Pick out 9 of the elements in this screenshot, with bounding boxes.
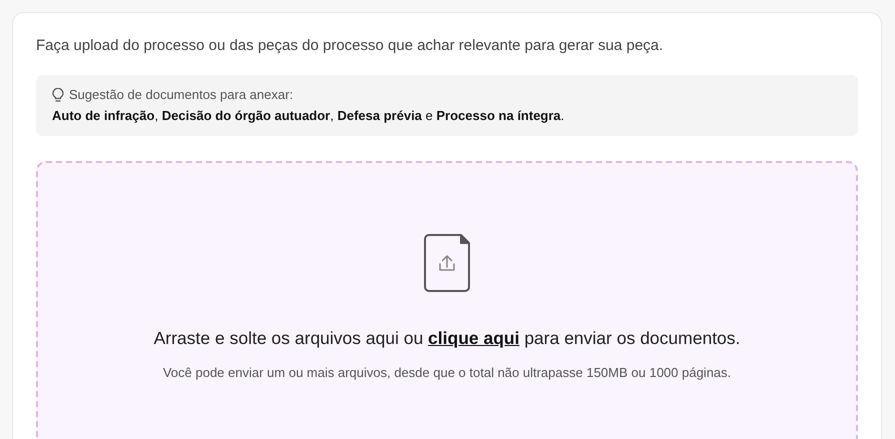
- upload-limit-note: Você pode enviar um ou mais arquivos, desde que o total não ultrapasse 150MB ou 1000 páginas.: [162, 365, 732, 380]
- dropzone-instruction: Arraste e solte os arquivos aqui ou clique aqui para enviar os documentos.: [154, 328, 740, 349]
- intro-text: Faça upload do processo ou das peças do processo que achar relevante para gerar sua peça.: [36, 37, 664, 54]
- lightbulb-icon: [52, 88, 64, 102]
- file-upload-icon: [424, 234, 470, 292]
- suggestion-title: Sugestão de documentos para anexar:: [69, 87, 294, 102]
- click-here-link[interactable]: clique aqui: [428, 328, 520, 348]
- suggested-documents: Auto de infração, Decisão do órgão autuador, Defesa prévia e Processo na íntegra.: [52, 108, 566, 123]
- upload-dropzone[interactable]: Arraste e solte os arquivos aqui ou clique aqui para enviar os documentos. Você pode enviar um ou mais arquivos, desde que o total não ultrapasse 150MB ou 1000 páginas.: [36, 161, 858, 439]
